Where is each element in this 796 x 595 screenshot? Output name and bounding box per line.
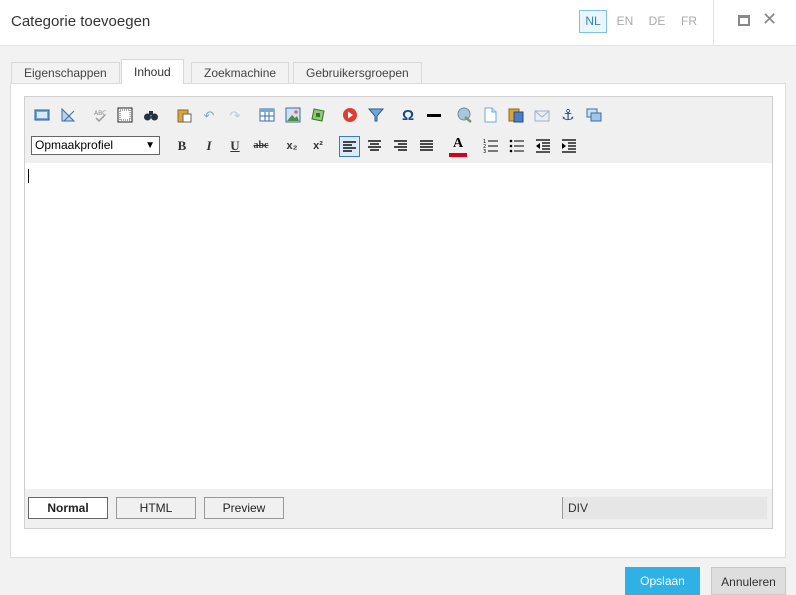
tab-zoekmachine[interactable]: Zoekmachine (191, 62, 290, 84)
indent-icon[interactable] (560, 137, 578, 155)
align-left-icon[interactable] (339, 136, 360, 157)
italic-icon[interactable]: I (200, 137, 218, 155)
close-icon[interactable]: ✕ (762, 9, 777, 29)
save-button[interactable]: Opslaan (625, 567, 700, 595)
unordered-list-icon[interactable] (508, 137, 526, 155)
tab-inhoud[interactable]: Inhoud (121, 59, 184, 84)
spellcheck-icon[interactable]: ABC (91, 107, 109, 125)
style-select[interactable]: Opmaakprofiel ▼ (31, 136, 160, 155)
mode-preview-button[interactable]: Preview (204, 497, 284, 519)
find-icon[interactable] (142, 107, 160, 125)
image-manager-icon[interactable] (59, 107, 77, 125)
font-color-icon[interactable]: A (449, 135, 467, 157)
subscript-icon[interactable]: x₂ (283, 137, 301, 155)
lang-fr-button[interactable]: FR (675, 10, 703, 33)
lang-de-button[interactable]: DE (643, 10, 671, 33)
cancel-button[interactable]: Annuleren (711, 567, 786, 595)
special-char-icon[interactable]: Ω (399, 107, 417, 125)
tab-eigenschappen[interactable]: Eigenschappen (11, 62, 120, 84)
editor-toolbar: ABC ↶ ↷ Ω ⚓ Opmaakprofiel ▼ B I U abc x₂… (25, 97, 772, 163)
justify-icon[interactable] (418, 137, 436, 155)
dialog-header: Categorie toevoegen NL EN DE FR ✕ (0, 0, 796, 46)
fullscreen-icon[interactable] (33, 107, 51, 125)
element-path: DIV (562, 497, 767, 519)
email-link-icon[interactable] (533, 107, 551, 125)
svg-text:3: 3 (483, 149, 486, 155)
table-icon[interactable] (258, 107, 276, 125)
ordered-list-icon[interactable]: 123 (482, 137, 500, 155)
tab-gebruikersgroepen[interactable]: Gebruikersgroepen (293, 62, 422, 84)
mode-normal-button[interactable]: Normal (28, 497, 108, 519)
header-divider (713, 0, 714, 46)
mode-html-button[interactable]: HTML (116, 497, 196, 519)
editor-mode-bar: Normal HTML Preview DIV (25, 489, 772, 528)
lang-en-button[interactable]: EN (611, 10, 639, 33)
font-color-letter: A (452, 136, 464, 151)
paste-icon[interactable] (175, 107, 193, 125)
filter-icon[interactable] (367, 107, 385, 125)
layers-icon[interactable] (585, 107, 603, 125)
superscript-icon[interactable]: x² (309, 137, 327, 155)
media-icon[interactable] (310, 107, 328, 125)
dialog-title: Categorie toevoegen (11, 13, 151, 30)
text-caret (28, 169, 29, 183)
redo-icon[interactable]: ↷ (226, 107, 244, 125)
align-right-icon[interactable] (392, 137, 410, 155)
outdent-icon[interactable] (534, 137, 552, 155)
template-icon[interactable] (481, 107, 499, 125)
hyperlink-icon[interactable] (456, 107, 474, 125)
align-center-icon[interactable] (366, 137, 384, 155)
chevron-down-icon: ▼ (145, 140, 155, 151)
rich-text-editor: ABC ↶ ↷ Ω ⚓ Opmaakprofiel ▼ B I U abc x₂… (24, 96, 773, 529)
insert-image-icon[interactable] (284, 107, 302, 125)
underline-icon[interactable]: U (226, 137, 244, 155)
flash-icon[interactable] (341, 107, 359, 125)
style-select-value: Opmaakprofiel (35, 138, 114, 152)
maximize-icon[interactable] (738, 15, 750, 26)
undo-icon[interactable]: ↶ (200, 107, 218, 125)
horizontal-rule-icon[interactable] (425, 107, 443, 125)
paste-word-icon[interactable] (507, 107, 525, 125)
font-color-swatch (449, 153, 467, 157)
editor-content[interactable] (25, 163, 772, 488)
strikethrough-icon[interactable]: abc (250, 137, 272, 155)
lang-nl-button[interactable]: NL (579, 10, 607, 33)
anchor-icon[interactable]: ⚓ (559, 107, 577, 125)
bold-icon[interactable]: B (173, 137, 191, 155)
select-all-icon[interactable] (116, 107, 134, 125)
